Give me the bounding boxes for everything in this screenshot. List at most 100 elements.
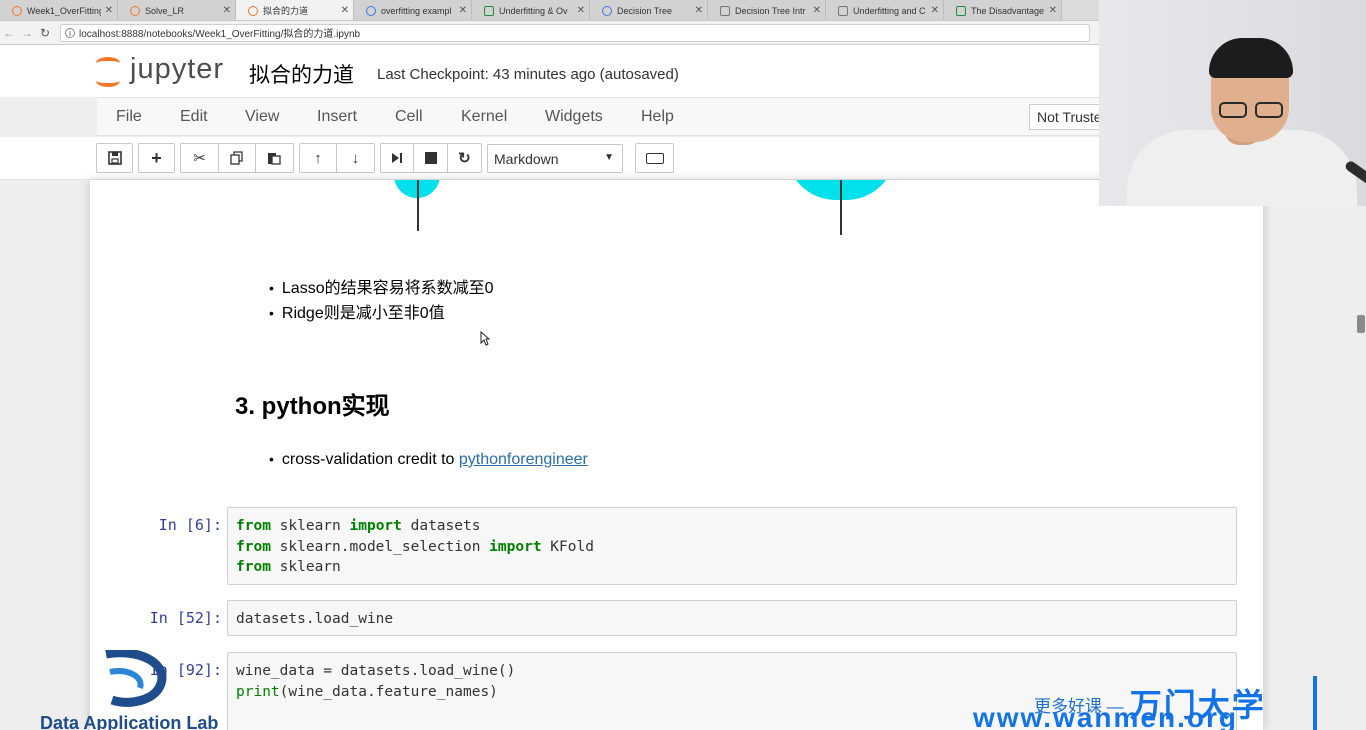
save-button[interactable] bbox=[96, 143, 133, 173]
code-line: datasets.load_wine bbox=[236, 611, 394, 627]
cell-prompt: In [52]: bbox=[149, 609, 222, 627]
close-icon[interactable]: ✕ bbox=[105, 5, 113, 16]
code-cell[interactable]: datasets.load_wine bbox=[227, 600, 1237, 636]
copy-button[interactable] bbox=[219, 144, 256, 172]
menu-view[interactable]: View bbox=[245, 108, 279, 126]
menu-kernel[interactable]: Kernel bbox=[461, 108, 507, 126]
paste-button[interactable] bbox=[256, 144, 293, 172]
menu-insert[interactable]: Insert bbox=[317, 108, 357, 126]
info-icon[interactable]: i bbox=[65, 27, 75, 38]
browser-tab[interactable]: Underfitting and C ✕ bbox=[826, 0, 944, 20]
browser-tab-strip: Week1_OverFitting ✕ Solve_LR ✕ 拟合的力道 ✕ over… bbox=[0, 0, 1100, 21]
menu-edit[interactable]: Edit bbox=[180, 108, 208, 126]
checkpoint-status: Last Checkpoint: 43 minutes ago (autosav… bbox=[377, 66, 679, 83]
menu-help[interactable]: Help bbox=[641, 108, 674, 126]
scissors-icon: ✂ bbox=[193, 150, 206, 167]
forward-icon[interactable]: → bbox=[18, 26, 36, 40]
site-icon bbox=[956, 5, 966, 16]
code-line: wine_data = datasets.load_wine() bbox=[236, 663, 516, 679]
url-input[interactable]: i localhost:8888/notebooks/Week1_OverFit… bbox=[60, 23, 1090, 42]
menu-file[interactable]: File bbox=[116, 108, 142, 126]
jupyter-header: jupyter 拟合的力道 Last Checkpoint: 43 minute… bbox=[0, 45, 1100, 97]
mouse-cursor-icon bbox=[480, 331, 490, 346]
interrupt-button[interactable] bbox=[414, 144, 448, 172]
browser-tab[interactable]: Decision Tree Intr ✕ bbox=[708, 0, 826, 20]
move-button-group: ↑ ↓ bbox=[299, 143, 375, 173]
restart-button[interactable]: ↻ bbox=[448, 144, 481, 172]
cut-button[interactable]: ✂ bbox=[182, 144, 219, 172]
markdown-cell[interactable]: cross-validation credit to pythonforengi… bbox=[269, 447, 588, 472]
save-icon bbox=[107, 151, 122, 165]
code-line: from sklearn import datasets bbox=[236, 518, 481, 534]
back-icon[interactable]: ← bbox=[0, 26, 18, 40]
menu-widgets[interactable]: Widgets bbox=[545, 108, 603, 126]
plus-icon: + bbox=[151, 147, 162, 168]
arrow-down-icon: ↓ bbox=[351, 149, 360, 167]
close-icon[interactable]: ✕ bbox=[695, 5, 703, 16]
list-item: Ridge则是减小至非0值 bbox=[269, 301, 494, 326]
close-icon[interactable]: ✕ bbox=[931, 5, 939, 16]
move-up-button[interactable]: ↑ bbox=[300, 144, 337, 172]
watermark-divider bbox=[1313, 676, 1317, 730]
close-icon[interactable]: ✕ bbox=[577, 5, 585, 16]
list-item: Lasso的结果容易将系数减至0 bbox=[269, 276, 494, 301]
jupyter-wordmark[interactable]: jupyter bbox=[130, 53, 224, 86]
doc-icon bbox=[838, 5, 848, 16]
browser-tab[interactable]: The Disadvantage ✕ bbox=[944, 0, 1062, 20]
browser-tab-active[interactable]: 拟合的力道 ✕ bbox=[236, 0, 354, 20]
jupyter-icon bbox=[12, 5, 22, 16]
data-application-lab-logo bbox=[105, 650, 167, 707]
trust-button[interactable]: Not Truste bbox=[1029, 104, 1109, 130]
insert-cell-button[interactable]: + bbox=[138, 143, 175, 173]
refresh-icon: ↻ bbox=[458, 150, 471, 167]
close-icon[interactable]: ✕ bbox=[813, 5, 821, 16]
plot-axis-line bbox=[417, 180, 419, 231]
notebook-container[interactable]: Lasso的结果容易将系数减至0 Ridge则是减小至非0值 3. python… bbox=[90, 180, 1263, 730]
plot-axis-line bbox=[840, 180, 842, 235]
reload-icon[interactable]: ↻ bbox=[36, 26, 54, 40]
cell-prompt: In [6]: bbox=[158, 516, 222, 534]
close-icon[interactable]: ✕ bbox=[1049, 5, 1057, 16]
paste-icon bbox=[268, 153, 281, 165]
jupyter-icon bbox=[130, 5, 140, 16]
section-heading: 3. python实现 bbox=[235, 393, 390, 420]
markdown-cell[interactable]: Lasso的结果容易将系数减至0 Ridge则是减小至非0值 bbox=[269, 276, 494, 326]
address-bar: ← → ↻ i localhost:8888/notebooks/Week1_O… bbox=[0, 21, 1100, 45]
code-line: from sklearn.model_selection import KFol… bbox=[236, 538, 594, 555]
doc-icon bbox=[720, 5, 730, 16]
data-application-lab-label: Data Application Lab bbox=[40, 713, 219, 730]
browser-tab[interactable]: Underfitting & Ov ✕ bbox=[472, 0, 590, 20]
browser-tab[interactable]: overfitting exampl ✕ bbox=[354, 0, 472, 20]
browser-tab[interactable]: Week1_OverFitting ✕ bbox=[0, 0, 118, 20]
notebook-title[interactable]: 拟合的力道 bbox=[249, 59, 354, 89]
run-button[interactable] bbox=[381, 144, 415, 172]
cell-type-select[interactable]: Markdown ▼ bbox=[487, 144, 623, 173]
stop-icon bbox=[424, 152, 437, 164]
move-down-button[interactable]: ↓ bbox=[337, 144, 374, 172]
book-icon bbox=[602, 5, 612, 16]
step-forward-icon bbox=[392, 153, 403, 163]
pythonforengineer-link[interactable]: pythonforengineer bbox=[459, 451, 588, 468]
browser-tab[interactable]: Solve_LR ✕ bbox=[118, 0, 236, 20]
webcam-overlay bbox=[1099, 0, 1366, 206]
url-text: localhost:8888/notebooks/Week1_OverFitti… bbox=[79, 29, 361, 40]
command-palette-button[interactable] bbox=[635, 143, 674, 173]
code-line: from sklearn bbox=[236, 559, 341, 575]
code-cell[interactable]: from sklearn import datasets from sklear… bbox=[227, 507, 1237, 585]
close-icon[interactable]: ✕ bbox=[223, 5, 231, 16]
glasses-icon bbox=[1219, 102, 1285, 118]
jupyter-logo-icon[interactable] bbox=[96, 57, 122, 87]
close-icon[interactable]: ✕ bbox=[341, 5, 349, 16]
copy-icon bbox=[229, 151, 243, 165]
browser-tab[interactable]: Decision Tree ✕ bbox=[590, 0, 708, 20]
scrollbar-thumb[interactable] bbox=[1357, 315, 1365, 333]
sheet-icon bbox=[484, 5, 494, 16]
menu-bar: File Edit View Insert Cell Kernel Widget… bbox=[97, 97, 1109, 136]
edit-button-group: ✂ bbox=[180, 143, 294, 173]
page-scrollbar[interactable] bbox=[1356, 206, 1366, 730]
close-icon[interactable]: ✕ bbox=[459, 5, 467, 16]
globe-icon bbox=[366, 5, 376, 16]
chevron-down-icon: ▼ bbox=[604, 152, 614, 163]
menu-cell[interactable]: Cell bbox=[395, 108, 423, 126]
list-item: cross-validation credit to pythonforengi… bbox=[269, 447, 588, 472]
